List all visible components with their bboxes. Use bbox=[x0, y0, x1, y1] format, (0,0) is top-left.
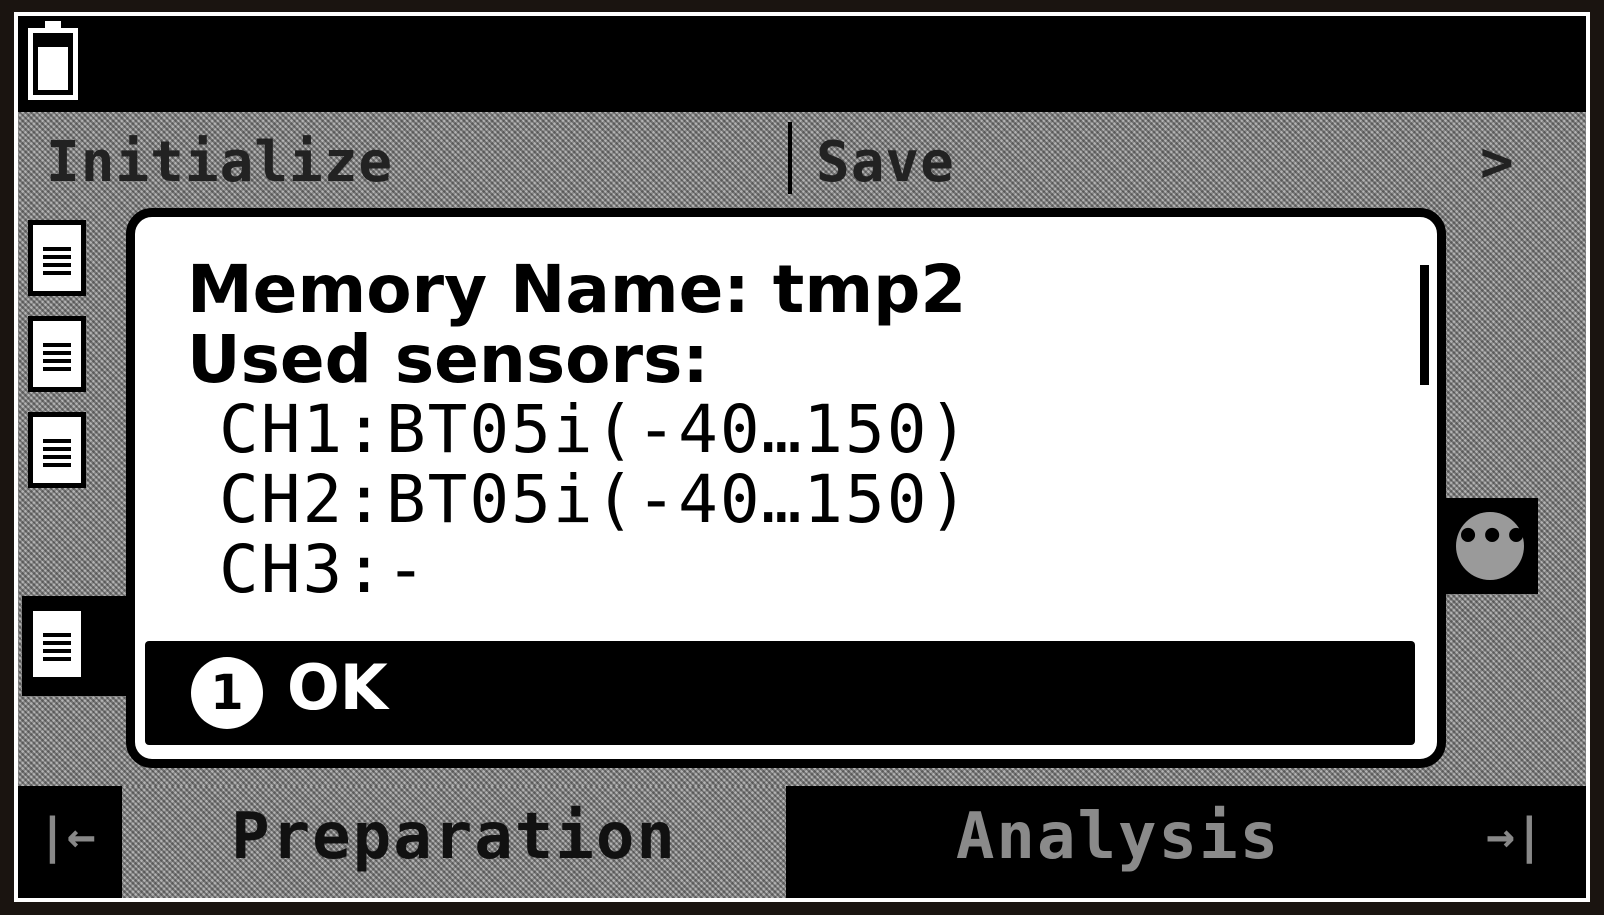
save-menu[interactable]: Save bbox=[816, 130, 955, 195]
menu-next-arrow[interactable]: > bbox=[1480, 130, 1515, 195]
used-sensors-label: Used sensors: bbox=[187, 321, 709, 398]
menu-separator bbox=[788, 122, 792, 194]
tab-bar: |← Preparation Analysis →| bbox=[18, 786, 1586, 898]
initialize-menu[interactable]: Initialize bbox=[46, 130, 393, 195]
dialog-scrollbar[interactable] bbox=[1420, 265, 1429, 385]
memory-info-dialog: Memory Name: tmp2 Used sensors: CH1:BT05… bbox=[126, 208, 1446, 768]
file-icon[interactable] bbox=[28, 412, 86, 488]
more-button[interactable]: ••• bbox=[1438, 498, 1538, 594]
memory-name: Memory Name: tmp2 bbox=[187, 251, 967, 328]
sensor-ch3: CH3:- bbox=[219, 531, 428, 608]
sensor-ch1: CH1:BT05i(-40…150) bbox=[219, 391, 971, 468]
battery-icon bbox=[28, 21, 78, 100]
work-area: Initialize Save > ••• Memory Name: tmp2 … bbox=[18, 112, 1586, 802]
selected-file-row[interactable] bbox=[22, 596, 132, 696]
last-page-icon[interactable]: →| bbox=[1486, 808, 1544, 864]
tab-analysis[interactable]: Analysis bbox=[788, 786, 1448, 898]
tab-preparation-label: Preparation bbox=[231, 800, 677, 874]
file-icon[interactable] bbox=[28, 220, 86, 296]
more-icon: ••• bbox=[1456, 512, 1528, 580]
tab-preparation[interactable]: Preparation bbox=[122, 786, 786, 898]
first-page-icon[interactable]: |← bbox=[38, 808, 96, 864]
ok-button[interactable]: 1 OK bbox=[145, 641, 1415, 745]
status-bar bbox=[18, 16, 1586, 112]
tab-analysis-label: Analysis bbox=[955, 800, 1281, 874]
ok-label: OK bbox=[287, 651, 388, 724]
memory-file-list bbox=[22, 212, 132, 696]
calculator-screen: Initialize Save > ••• Memory Name: tmp2 … bbox=[14, 12, 1590, 902]
sensor-ch2: CH2:BT05i(-40…150) bbox=[219, 461, 971, 538]
file-icon bbox=[28, 606, 86, 682]
file-icon[interactable] bbox=[28, 316, 86, 392]
menu-bar: Initialize Save > bbox=[18, 112, 1586, 212]
ok-number-badge: 1 bbox=[191, 657, 263, 729]
dialog-body: Memory Name: tmp2 Used sensors: CH1:BT05… bbox=[187, 255, 1387, 605]
